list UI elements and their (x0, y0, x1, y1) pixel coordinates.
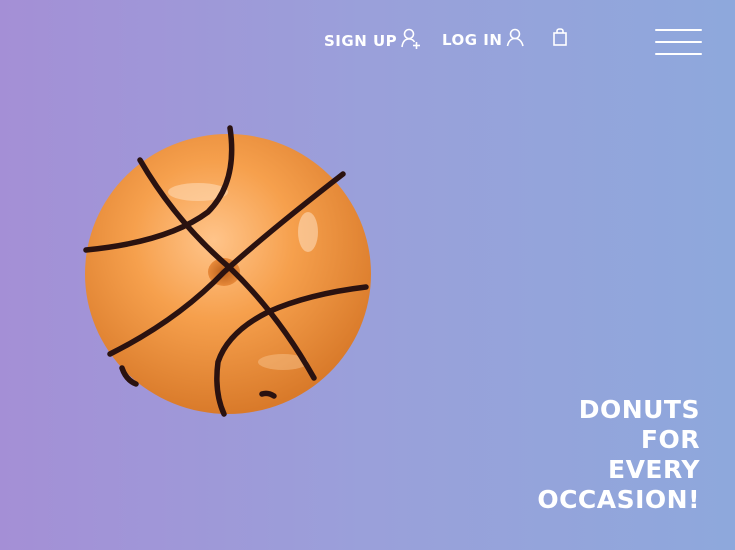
user-icon (506, 28, 526, 52)
add-user-icon (401, 28, 421, 54)
menu-bar (655, 53, 702, 55)
basketball-donut-image (78, 122, 374, 418)
sign-up-link[interactable]: Sign Up (324, 28, 421, 54)
log-in-label: Log In (442, 31, 503, 49)
cart-button[interactable] (552, 28, 568, 50)
top-nav: Sign Up Log In (0, 26, 735, 56)
tagline-line: for (640, 425, 700, 454)
sign-up-label: Sign Up (324, 32, 398, 50)
hamburger-menu-button[interactable] (655, 29, 702, 55)
log-in-link[interactable]: Log In (442, 28, 526, 52)
shopping-bag-icon (552, 28, 568, 50)
menu-bar (655, 29, 702, 31)
hero-tagline: Donuts for every occasion! (537, 395, 700, 515)
menu-bar (655, 41, 702, 43)
tagline-line: Donuts (578, 395, 700, 424)
tagline-line: occasion! (537, 485, 700, 514)
tagline-line: every (608, 455, 700, 484)
